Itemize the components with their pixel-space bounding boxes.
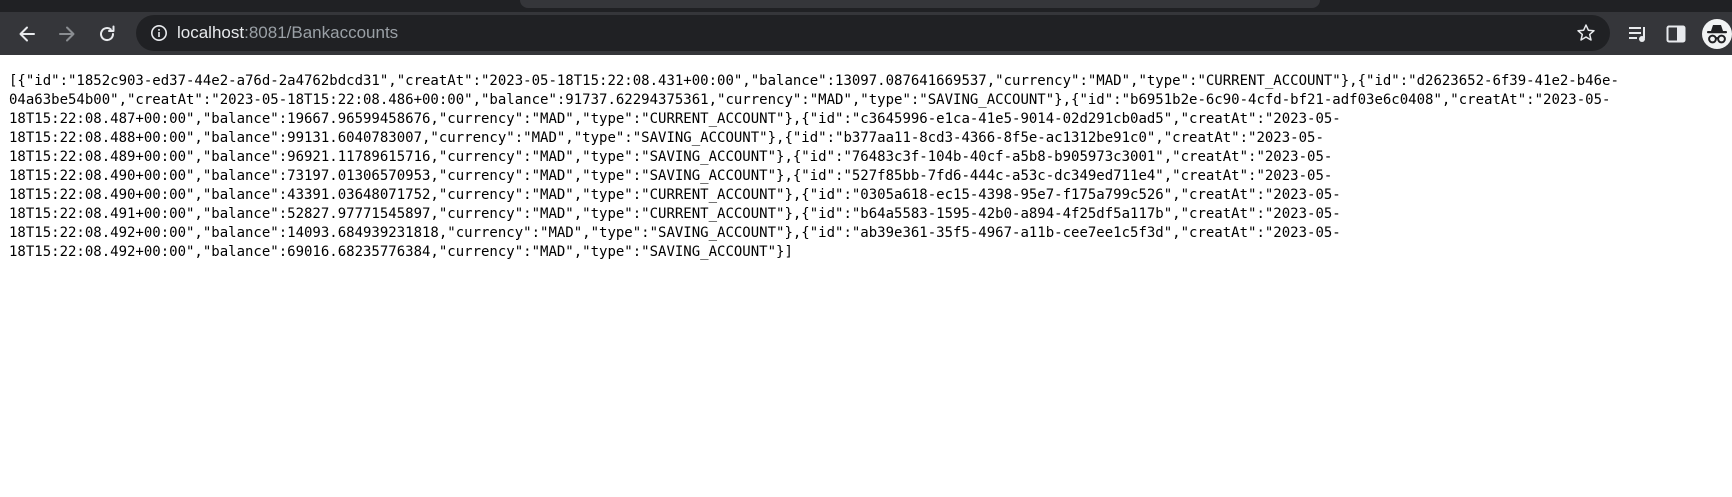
arrow-right-icon <box>59 26 75 41</box>
json-line: 18T15:22:08.491+00:00","balance":52827.9… <box>9 206 1341 222</box>
json-line: 18T15:22:08.489+00:00","balance":96921.1… <box>9 149 1333 165</box>
active-tab[interactable] <box>520 0 1320 8</box>
back-button[interactable] <box>9 12 45 55</box>
page-content: [{"id":"1852c903-ed37-44e2-a76d-2a4762bd… <box>0 55 1732 497</box>
forward-button[interactable] <box>49 12 85 55</box>
profile-button[interactable] <box>1702 19 1732 49</box>
json-line: 18T15:22:08.490+00:00","balance":43391.0… <box>9 187 1341 203</box>
json-line: 18T15:22:08.492+00:00","balance":14093.6… <box>9 225 1341 241</box>
arrow-left-icon <box>19 26 35 41</box>
browser-toolbar: localhost:8081/Bankaccounts <box>0 12 1732 55</box>
url-text[interactable]: localhost:8081/Bankaccounts <box>177 15 398 51</box>
address-bar[interactable]: localhost:8081/Bankaccounts <box>136 15 1610 51</box>
json-line: 18T15:22:08.487+00:00","balance":19667.9… <box>9 111 1341 127</box>
media-queue-icon[interactable] <box>1627 23 1649 45</box>
reload-icon <box>100 25 115 41</box>
reload-button[interactable] <box>89 12 125 55</box>
star-icon[interactable] <box>1576 23 1596 43</box>
json-line: 04a63be54b00","creatAt":"2023-05-18T15:2… <box>9 92 1611 108</box>
incognito-icon <box>1707 25 1727 44</box>
json-line: 18T15:22:08.490+00:00","balance":73197.0… <box>9 168 1333 184</box>
info-circle-icon[interactable] <box>150 24 168 42</box>
json-line: [{"id":"1852c903-ed37-44e2-a76d-2a4762bd… <box>9 73 1619 89</box>
browser-tab-strip <box>0 0 1732 12</box>
json-line: 18T15:22:08.492+00:00","balance":69016.6… <box>9 244 793 260</box>
json-response: [{"id":"1852c903-ed37-44e2-a76d-2a4762bd… <box>9 72 1725 262</box>
url-path: :8081/Bankaccounts <box>244 23 399 42</box>
side-panel-icon[interactable] <box>1665 23 1687 45</box>
url-host: localhost <box>177 23 245 42</box>
json-line: 18T15:22:08.488+00:00","balance":99131.6… <box>9 130 1324 146</box>
